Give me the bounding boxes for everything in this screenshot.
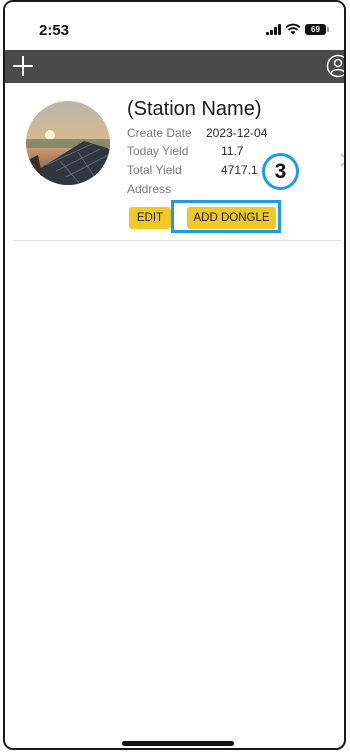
total-yield-value: 4717.1 [221, 163, 258, 177]
today-yield-value: 11.7 [221, 144, 244, 158]
create-date-value: 2023-12-04 [206, 126, 268, 140]
station-photo [26, 101, 110, 185]
edit-button[interactable]: EDIT [129, 207, 171, 229]
chevron-right-icon[interactable] [339, 152, 346, 168]
signal-icon [266, 23, 281, 35]
station-name: (Station Name) [127, 98, 262, 120]
step-badge: 3 [262, 153, 299, 190]
status-icons: 69 [266, 22, 329, 36]
status-bar: 2:53 69 [5, 2, 344, 50]
battery-icon: 69 [305, 23, 329, 35]
home-indicator [122, 741, 234, 746]
plus-icon[interactable] [11, 54, 35, 78]
address-label: Address [127, 182, 172, 196]
add-dongle-highlight [171, 200, 281, 233]
user-circle-icon[interactable] [326, 54, 346, 78]
wifi-icon [285, 23, 301, 35]
today-yield-label: Today Yield [127, 144, 189, 158]
total-yield-label: Total Yield [127, 163, 182, 177]
status-time: 2:53 [39, 22, 70, 39]
nav-bar [5, 50, 344, 83]
phone-frame: 2:53 69 (Station Name) Create Date 2023-… [3, 0, 346, 750]
create-date-label: Create Date [127, 126, 192, 140]
